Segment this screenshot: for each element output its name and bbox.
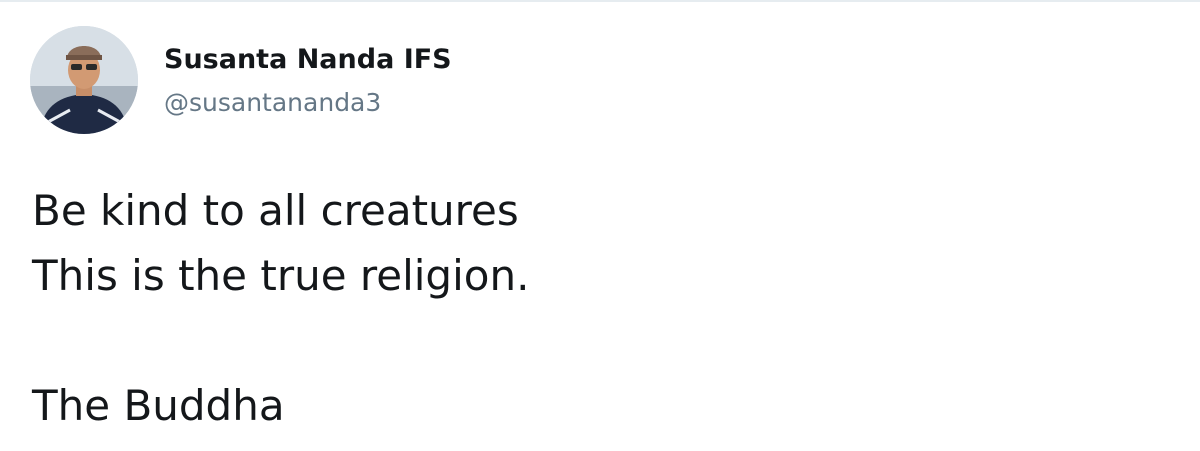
- author-display-name[interactable]: Susanta Nanda IFS: [164, 42, 452, 78]
- avatar-photo: [30, 26, 138, 134]
- author-handle[interactable]: @susantananda3: [164, 86, 381, 120]
- tweet-text-spacer: [32, 308, 1172, 373]
- avatar[interactable]: [30, 26, 138, 134]
- tweet-text-line-3: The Buddha: [32, 381, 285, 430]
- tweet-card: Susanta Nanda IFS @susantananda3 Be kind…: [0, 0, 1200, 451]
- tweet-text: Be kind to all creatures This is the tru…: [32, 178, 1172, 438]
- tweet-text-line-2: This is the true religion.: [32, 251, 530, 300]
- tweet-text-line-1: Be kind to all creatures: [32, 186, 519, 235]
